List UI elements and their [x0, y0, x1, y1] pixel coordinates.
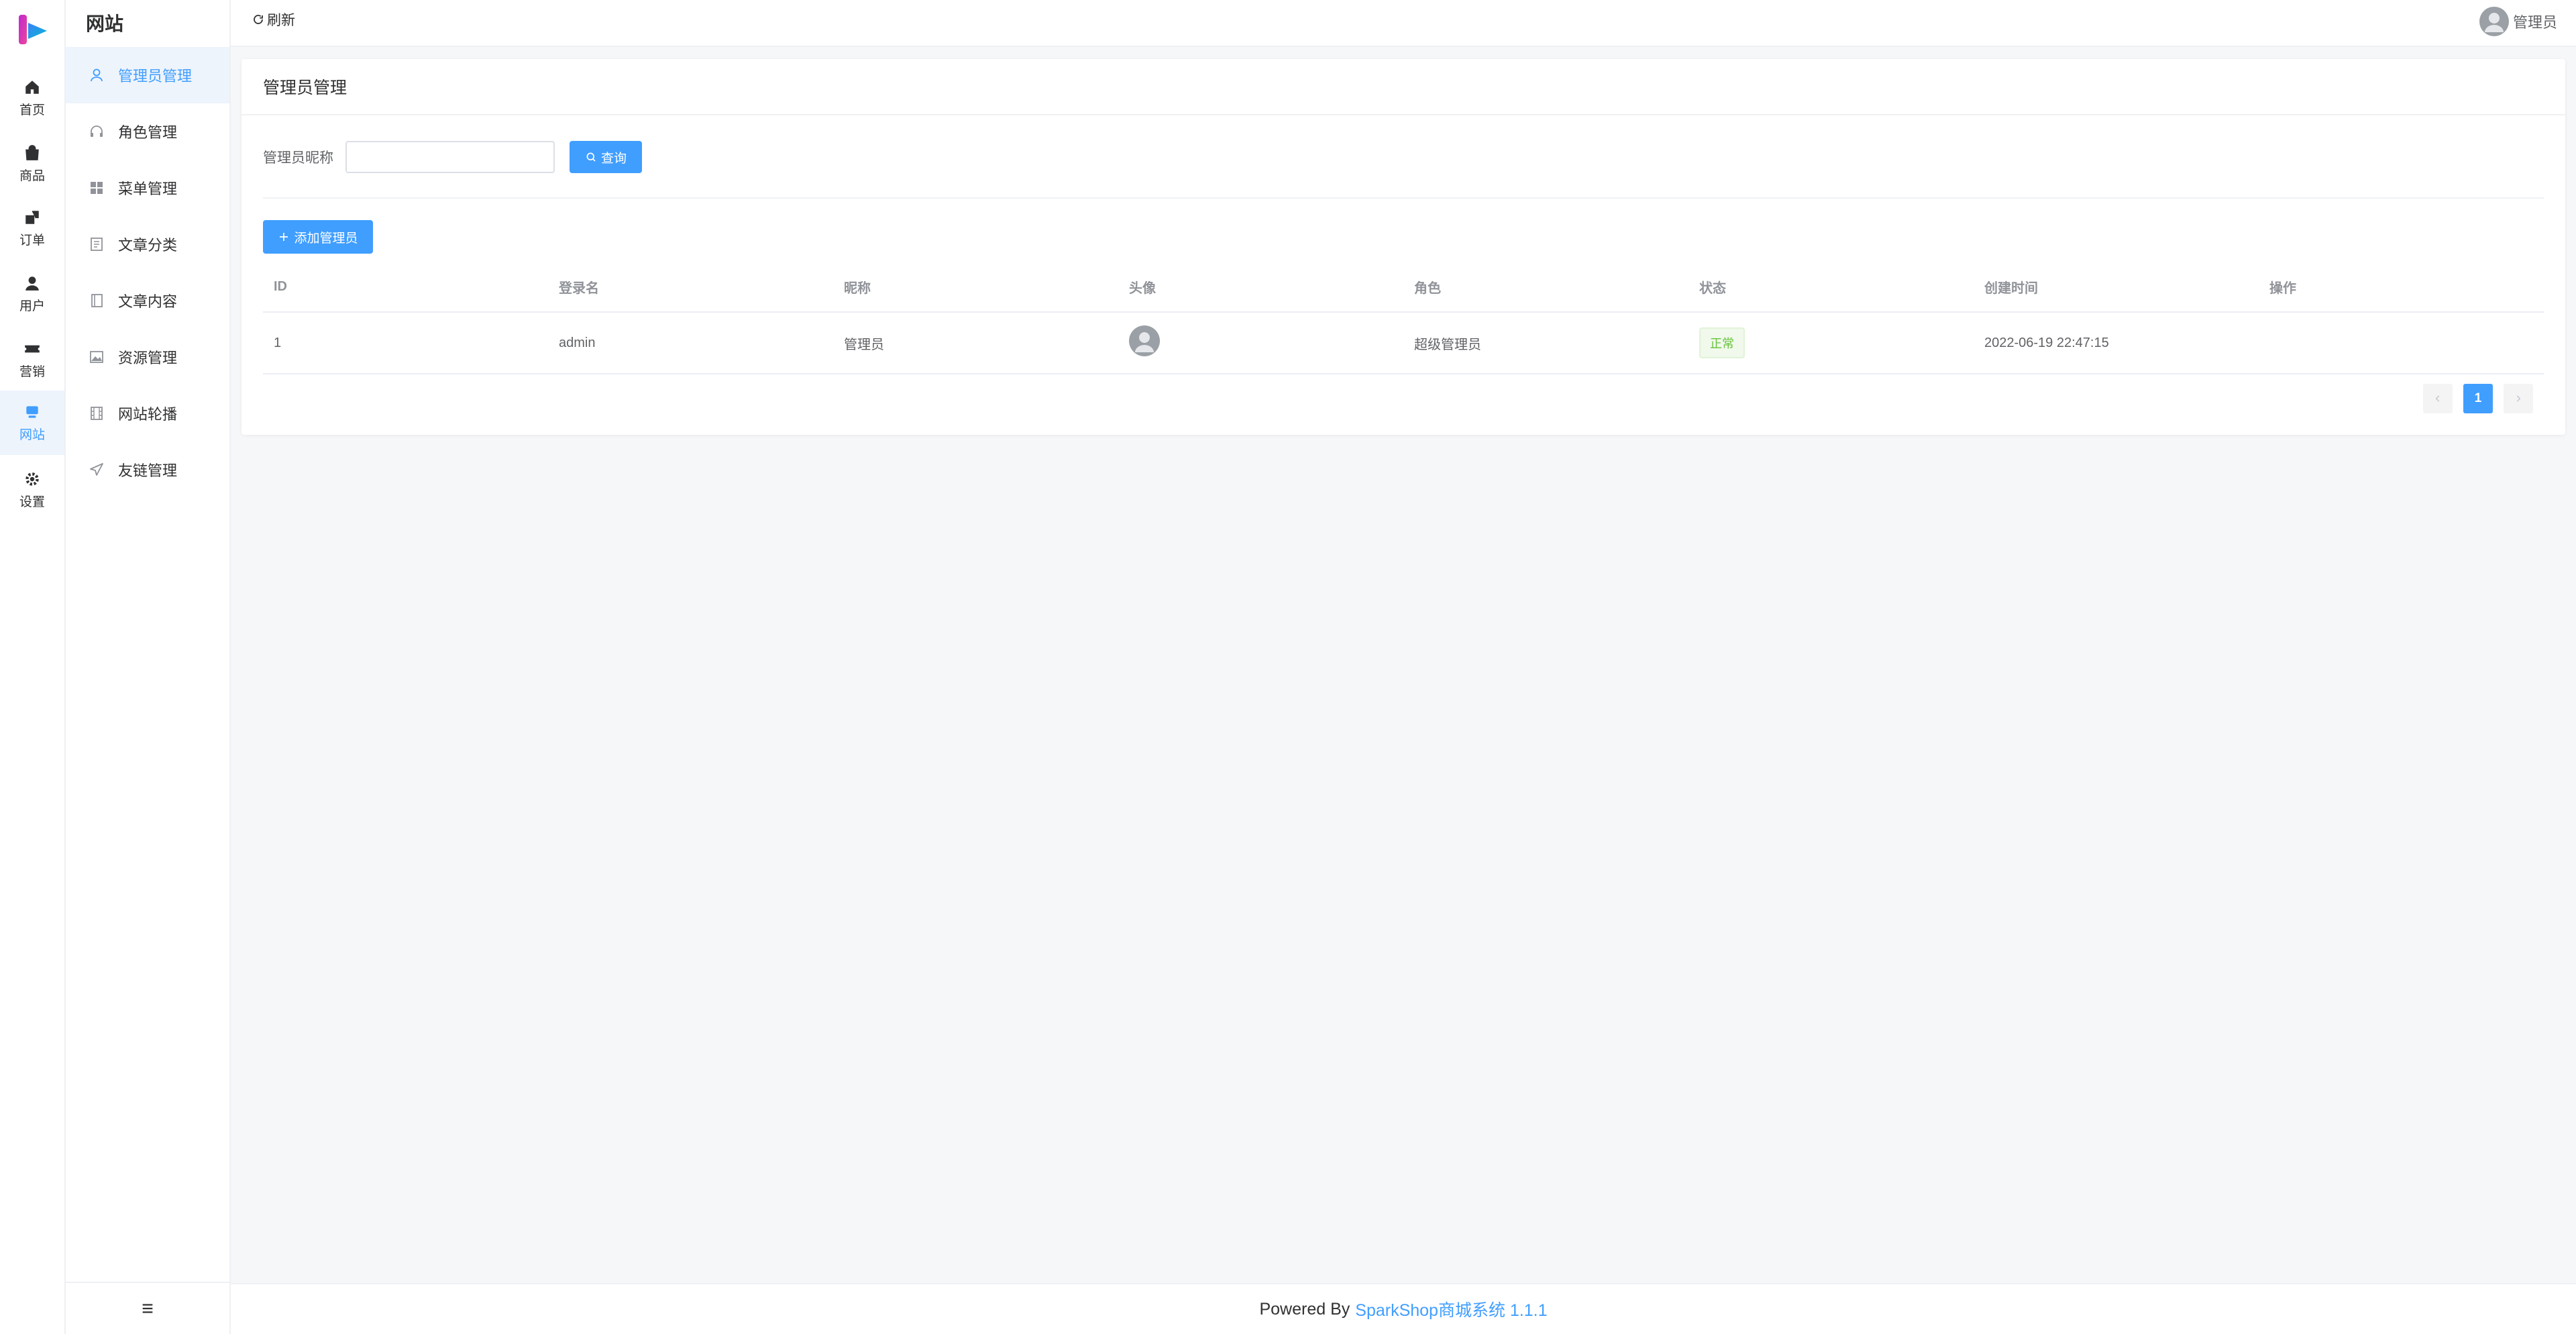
- search-button[interactable]: 查询: [570, 141, 642, 173]
- nickname-search-input[interactable]: [345, 141, 555, 173]
- rail-item-marketing[interactable]: 营销: [0, 327, 64, 392]
- rail-item-settings[interactable]: 设置: [0, 458, 64, 522]
- column-header-login: 登录名: [559, 280, 599, 296]
- film-icon: [91, 407, 103, 420]
- footer-product-link[interactable]: SparkShop商城系统 1.1.1: [1355, 1297, 1547, 1321]
- main-nav-rail: 首页 商品 订单 用户 营销 网站 设置: [0, 0, 66, 1334]
- footer-powered-by: Powered By: [1259, 1299, 1350, 1319]
- sidebar-item-menu-management[interactable]: 菜单管理: [66, 160, 229, 216]
- ticket-icon: [25, 345, 40, 352]
- rail-item-products[interactable]: 商品: [0, 132, 64, 196]
- search-icon: [586, 152, 596, 162]
- divider: [263, 197, 2544, 199]
- rail-item-label: 用户: [19, 299, 45, 313]
- cell-avatar: [1118, 325, 1403, 360]
- page-button[interactable]: 1: [2463, 384, 2493, 413]
- footer: Powered By SparkShop商城系统 1.1.1: [231, 1283, 2576, 1334]
- rail-item-label: 设置: [19, 495, 45, 509]
- sub-sidebar: 网站 管理员管理 角色管理 菜单管理 文章分类 文章内容 资源管理 网站轮播 友…: [66, 0, 231, 1334]
- rail-item-users[interactable]: 用户: [0, 262, 64, 326]
- admin-table: ID 登录名 昵称 头像 角色 状态 创建时间 操作 1 admin 管理员 超…: [263, 262, 2544, 374]
- sidebar-item-label: 文章内容: [118, 293, 178, 310]
- table-header: ID 登录名 昵称 头像 角色 状态 创建时间 操作: [263, 262, 2544, 313]
- sidebar-item-resource-management[interactable]: 资源管理: [66, 329, 229, 385]
- add-admin-label: 添加管理员: [294, 231, 358, 246]
- sidebar-item-label: 管理员管理: [118, 68, 193, 85]
- user-menu[interactable]: 管理员: [2479, 7, 2557, 36]
- pagination: 1: [2412, 384, 2533, 413]
- cell-nickname: 管理员: [844, 337, 884, 352]
- sidebar-item-site-carousel[interactable]: 网站轮播: [66, 385, 229, 442]
- rail-item-label: 营销: [19, 364, 45, 379]
- column-header-status: 状态: [1699, 280, 1726, 296]
- order-icon: [25, 210, 39, 224]
- rail-item-home[interactable]: 首页: [0, 66, 64, 130]
- sidebar-item-label: 角色管理: [118, 124, 178, 141]
- search-button-label: 查询: [600, 151, 627, 166]
- top-bar: 刷新 管理员: [231, 0, 2576, 47]
- sidebar-item-label: 友链管理: [118, 462, 178, 479]
- gear-icon: [25, 472, 39, 486]
- chevron-right-icon: [2516, 395, 2521, 402]
- status-badge: 正常: [1699, 327, 1745, 358]
- sidebar-item-admin-management[interactable]: 管理员管理: [66, 47, 229, 103]
- collapse-sidebar-button[interactable]: [66, 1282, 229, 1334]
- picture-icon: [90, 351, 103, 363]
- rail-item-label: 订单: [19, 233, 45, 248]
- prev-page-button[interactable]: [2423, 384, 2453, 413]
- avatar: [1129, 325, 1160, 356]
- page-title: 管理员管理: [241, 59, 2565, 115]
- column-header-created: 创建时间: [1984, 280, 2038, 296]
- sidebar-item-article-category[interactable]: 文章分类: [66, 216, 229, 272]
- search-form: 管理员昵称 查询: [263, 141, 642, 173]
- column-header-actions: 操作: [2269, 280, 2296, 296]
- column-header-nickname: 昵称: [844, 280, 871, 296]
- avatar: [2479, 7, 2509, 36]
- column-header-avatar: 头像: [1129, 280, 1156, 296]
- rail-item-orders[interactable]: 订单: [0, 196, 64, 260]
- sidebar-item-label: 网站轮播: [118, 406, 178, 423]
- nickname-label: 管理员昵称: [263, 150, 333, 166]
- column-header-id: ID: [274, 278, 287, 294]
- monitor-icon: [26, 405, 38, 418]
- sidebar-item-article-content[interactable]: 文章内容: [66, 272, 229, 329]
- plus-icon: [280, 233, 288, 241]
- user-icon: [25, 276, 39, 291]
- refresh-button[interactable]: 刷新: [252, 9, 295, 30]
- refresh-icon: [254, 15, 263, 24]
- sidebar-item-role-management[interactable]: 角色管理: [66, 103, 229, 160]
- rail-item-label: 网站: [19, 427, 45, 442]
- app-logo: [19, 15, 47, 44]
- table-row: 1 admin 管理员 超级管理员 正常 2022-06-19 22:47:15: [263, 313, 2544, 374]
- sidebar-item-label: 文章分类: [118, 237, 178, 254]
- cell-created: 2022-06-19 22:47:15: [1984, 335, 2109, 350]
- rail-item-website[interactable]: 网站: [0, 391, 64, 455]
- refresh-label: 刷新: [267, 13, 295, 28]
- chevron-left-icon: [2435, 395, 2440, 402]
- sidebar-title: 网站: [86, 13, 124, 34]
- admin-management-card: 管理员管理 管理员昵称 查询 添加管理员 ID 登录名 昵称 头像 角色 状态 …: [241, 59, 2565, 435]
- sidebar-item-label: 菜单管理: [118, 181, 178, 197]
- cell-status: 正常: [1688, 327, 1974, 358]
- rail-item-label: 商品: [19, 168, 45, 183]
- bag-icon: [25, 144, 39, 160]
- user-name: 管理员: [2512, 14, 2557, 31]
- cell-role: 超级管理员: [1414, 337, 1481, 352]
- user-outline-icon: [91, 68, 103, 82]
- list-doc-icon: [91, 238, 103, 251]
- notebook-icon: [91, 294, 103, 307]
- rail-item-label: 首页: [19, 103, 45, 117]
- column-header-role: 角色: [1414, 280, 1441, 296]
- cell-login: admin: [559, 335, 596, 350]
- send-icon: [90, 463, 103, 476]
- home-icon: [25, 80, 39, 94]
- add-admin-button[interactable]: 添加管理员: [263, 220, 373, 254]
- sidebar-item-label: 资源管理: [118, 350, 178, 366]
- menu-fold-icon: [142, 1304, 153, 1313]
- next-page-button[interactable]: [2504, 384, 2533, 413]
- headset-icon: [91, 125, 103, 137]
- sidebar-item-friend-links[interactable]: 友链管理: [66, 442, 229, 498]
- grid-icon: [91, 182, 103, 194]
- cell-id: 1: [274, 335, 282, 350]
